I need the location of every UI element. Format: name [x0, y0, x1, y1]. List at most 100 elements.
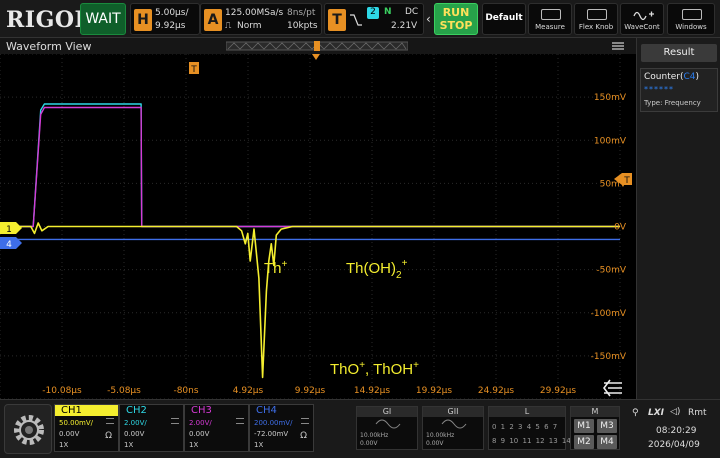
math-m2-button[interactable]: M2 — [574, 435, 594, 449]
ch1-label: CH1 — [55, 405, 118, 416]
ch1-offset: 0.00V — [59, 430, 80, 438]
run-stop-button[interactable]: RUN STOP — [434, 3, 478, 35]
math-m3-button[interactable]: M3 — [597, 419, 617, 433]
flex-knob-button[interactable]: Flex Knob — [574, 3, 618, 35]
hamburger-menu-icon[interactable] — [612, 42, 624, 50]
trigger-level-label: T — [623, 176, 630, 186]
waveform-plot[interactable]: -10.08μs -5.08μs -80ns 4.92μs 9.92μs 14.92μs 1… — [0, 53, 636, 400]
windows-icon — [682, 9, 702, 20]
y-tick-label: -150mV — [591, 352, 627, 362]
logic-analyzer-label: L — [489, 407, 565, 417]
trigger-position-label: T — [190, 65, 197, 75]
ch1-impedance: Ω — [105, 431, 112, 441]
measure-button[interactable]: Measure — [528, 3, 572, 35]
ch3-settings[interactable]: CH3 2.00V/ 0.00V 1X — [184, 404, 249, 452]
speaker-icon[interactable]: ◁) — [670, 407, 680, 417]
top-bar: RIGOL WAIT H 5.00μs/ 9.92μs A 125.00MSa/… — [0, 0, 720, 38]
chevron-left-icon[interactable]: ‹ — [426, 12, 431, 26]
ch4-impedance: Ω — [300, 431, 307, 441]
y-tick-label: 0V — [614, 223, 627, 233]
bottom-bar: CH1 50.00mV/ 0.00V Ω 1X CH2 2.00V/ 0.00V… — [0, 399, 720, 458]
trigger-settings[interactable]: T 2 N DC 2.21V — [324, 3, 424, 35]
trigger-level: 2.21V — [391, 21, 418, 31]
generator-1[interactable]: GI 10.00kHz 0.00V — [356, 406, 418, 450]
ch3-menu-icon — [236, 418, 244, 424]
usb-icon: ⚲ — [632, 408, 639, 418]
ch3-probe: 1X — [189, 441, 199, 449]
ch2-label: CH2 — [126, 405, 147, 416]
horizontal-scale: 5.00μs/ — [155, 8, 189, 18]
ch2-offset: 0.00V — [124, 430, 145, 438]
sine-wave-icon — [441, 419, 467, 429]
measure-label: Measure — [535, 23, 565, 31]
clock-time: 08:20:29 — [656, 426, 697, 436]
ch2-settings[interactable]: CH2 2.00V/ 0.00V 1X — [119, 404, 184, 452]
ch4-probe: 1X — [254, 441, 264, 449]
generator-1-label: GI — [357, 407, 417, 417]
logic-analyzer[interactable]: L 0 1 2 3 4 5 6 7 8 9 10 11 12 13 14 15 — [488, 406, 584, 450]
x-tick-label: 29.92μs — [540, 386, 576, 396]
sample-rate: 125.00MSa/s — [225, 8, 284, 18]
horizontal-icon: H — [134, 9, 152, 31]
waveform-view-header: Waveform View — [0, 38, 636, 54]
math-label: M — [571, 407, 619, 417]
y-tick-label: -50mV — [596, 266, 626, 276]
ch3-offset: 0.00V — [189, 430, 210, 438]
x-tick-label: -80ns — [173, 386, 198, 396]
trigger-position-marker[interactable]: T — [189, 62, 199, 75]
generator-1-amp: 0.00V — [360, 440, 378, 447]
remote-status: Rmt — [688, 408, 707, 418]
logic-channels-low: 0 1 2 3 4 5 6 7 — [492, 423, 558, 431]
acquisition-status[interactable]: WAIT — [80, 3, 126, 35]
math-m4-button[interactable]: M4 — [597, 435, 617, 449]
gear-icon — [14, 415, 44, 445]
x-tick-label: -10.08μs — [42, 386, 82, 396]
horizontal-offset: 9.92μs — [155, 21, 186, 31]
flex-knob-label: Flex Knob — [578, 23, 614, 31]
generator-1-freq: 10.00kHz — [360, 432, 389, 439]
ch4-scale: 200.00mV/ — [254, 419, 293, 427]
memory-position-bar[interactable] — [226, 41, 408, 51]
generator-2[interactable]: GII 10.00kHz 0.00V — [422, 406, 484, 450]
ruler-icon — [541, 9, 561, 20]
x-tick-labels: -10.08μs -5.08μs -80ns 4.92μs 9.92μs 14.92μs 1… — [42, 386, 576, 396]
rigol-logo: RIGOL — [6, 7, 91, 33]
generator-2-freq: 10.00kHz — [426, 432, 455, 439]
acquire-mode: Norm — [237, 21, 262, 31]
ch1-settings[interactable]: CH1 50.00mV/ 0.00V Ω 1X — [54, 404, 119, 452]
wavecont-button[interactable]: WaveCont — [620, 3, 664, 35]
y-tick-label: 150mV — [594, 93, 627, 103]
lxi-label: LXI — [648, 408, 665, 418]
ch1-scale: 50.00mV/ — [59, 419, 94, 427]
ch4-settings[interactable]: CH4 200.00mV/ -72.00mV Ω 1X — [249, 404, 314, 452]
ch1-probe: 1X — [59, 441, 69, 449]
math-m1-button[interactable]: M1 — [574, 419, 594, 433]
x-tick-label: 14.92μs — [354, 386, 390, 396]
trigger-coupling: DC — [405, 7, 419, 17]
trigger-source-badge: 2 — [367, 7, 379, 19]
y-tick-label: 100mV — [594, 136, 627, 146]
waveform-view-title: Waveform View — [6, 40, 92, 53]
generator-2-label: GII — [423, 407, 483, 417]
generator-2-amp: 0.00V — [426, 440, 444, 447]
windows-button[interactable]: Windows — [667, 3, 715, 35]
acquire-settings[interactable]: A 125.00MSa/s ⎍ Norm 8ns/pt 10kpts — [200, 3, 322, 35]
ch2-menu-icon — [171, 418, 179, 424]
knob-icon — [587, 9, 607, 20]
counter-result-card[interactable]: Counter(C4) ****** Type: Frequency — [640, 68, 718, 112]
scope-screen[interactable]: -10.08μs -5.08μs -80ns 4.92μs 9.92μs 14.92μs 1… — [0, 53, 636, 400]
result-panel: Result Counter(C4) ****** Type: Frequenc… — [636, 38, 720, 399]
annotation-tho: ThO+, ThOH+ — [330, 360, 419, 378]
default-button[interactable]: Default — [482, 3, 526, 35]
ch4-offset: -72.00mV — [254, 430, 289, 438]
horizontal-settings[interactable]: H 5.00μs/ 9.92μs — [130, 3, 200, 35]
ch3-scale: 2.00V/ — [189, 419, 212, 427]
counter-value: ****** — [644, 85, 674, 94]
result-title[interactable]: Result — [641, 44, 717, 62]
ch4-label: CH4 — [256, 405, 277, 416]
acquire-icon: A — [204, 9, 222, 31]
y-tick-label: -100mV — [591, 309, 627, 319]
home-menu-button[interactable] — [4, 404, 52, 454]
counter-title: Counter(C4) — [644, 72, 700, 82]
math-panel[interactable]: M M1 M3 M2 M4 — [570, 406, 620, 450]
